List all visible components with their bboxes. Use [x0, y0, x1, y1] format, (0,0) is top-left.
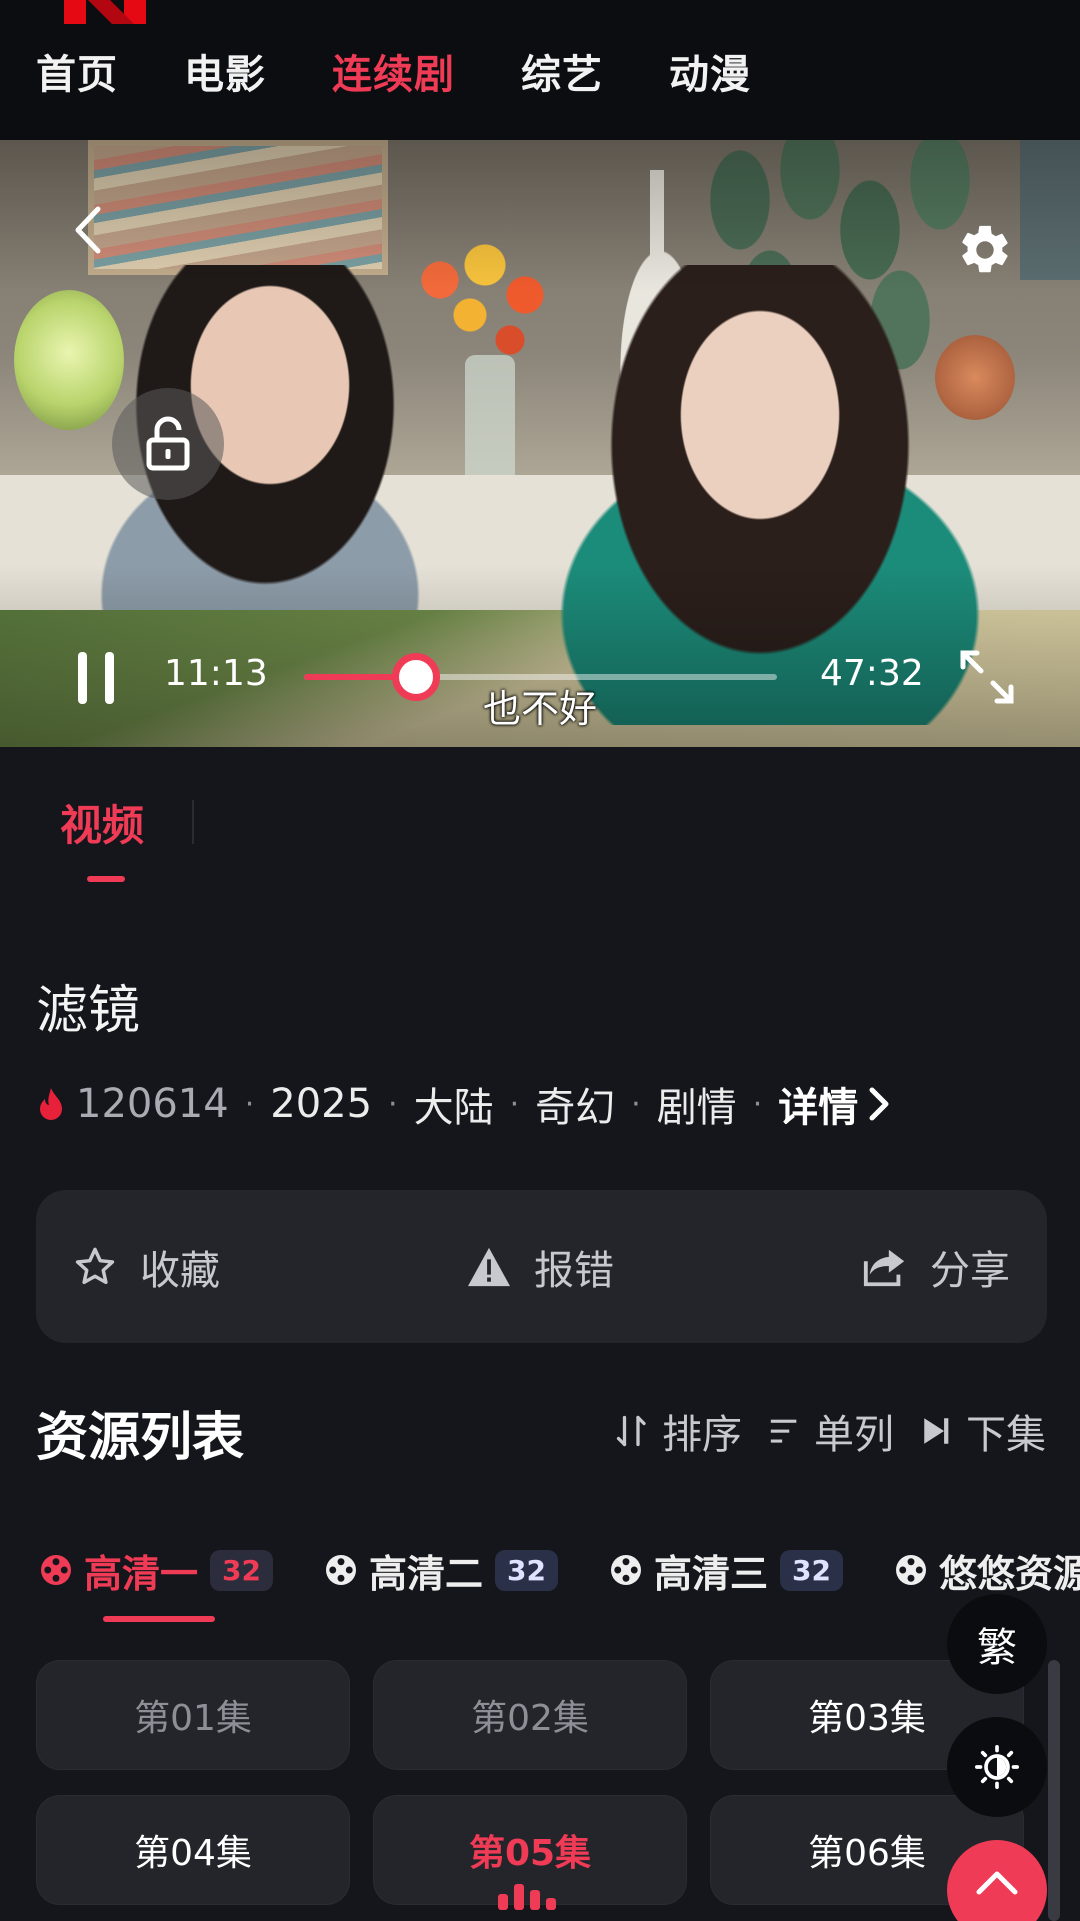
- nav-tab-home[interactable]: 首页: [36, 42, 118, 100]
- region: 大陆: [413, 1085, 494, 1131]
- sort-button[interactable]: 排序: [614, 1402, 742, 1460]
- meta-separator: ·: [631, 1086, 641, 1122]
- genre-fantasy: 奇幻: [535, 1085, 616, 1131]
- chevron-right-icon: [869, 1087, 889, 1121]
- back-button[interactable]: [62, 200, 112, 260]
- nav-tab-movies[interactable]: 电影: [184, 42, 266, 100]
- report-error-button[interactable]: 报错: [466, 1190, 614, 1343]
- episode-count-badge: 32: [495, 1549, 558, 1591]
- source-label: 高清一: [84, 1551, 199, 1596]
- meta-separator: ·: [752, 1086, 763, 1122]
- sort-icon: [614, 1413, 650, 1449]
- source-tab-hd2[interactable]: 高清二 32: [323, 1540, 558, 1600]
- episode-button-04[interactable]: 第04集: [36, 1795, 350, 1905]
- back-icon: [75, 206, 101, 254]
- lock-icon: [146, 416, 190, 471]
- share-label: 分享: [930, 1247, 1010, 1294]
- single-column-button[interactable]: 单列: [768, 1402, 894, 1460]
- next-episode-label: 下集: [966, 1412, 1046, 1458]
- nav-tab-anime[interactable]: 动漫: [669, 42, 751, 100]
- episode-count-badge: 32: [210, 1549, 273, 1591]
- release-year: 2025: [270, 1081, 373, 1127]
- film-reel-icon: [323, 1552, 359, 1588]
- player-settings-button[interactable]: [955, 220, 1015, 280]
- share-button[interactable]: 分享: [862, 1190, 1010, 1343]
- single-column-label: 单列: [814, 1412, 894, 1458]
- meta-separator: ·: [509, 1086, 520, 1122]
- brightness-button[interactable]: [947, 1717, 1047, 1817]
- tab-active-indicator: [87, 876, 125, 882]
- source-tab-youyou[interactable]: 悠悠资源: [893, 1540, 1080, 1600]
- settings-gear-icon: [962, 225, 1008, 273]
- view-count: 120614: [76, 1081, 229, 1127]
- details-label: 详情: [778, 1085, 859, 1131]
- source-label: 高清三: [653, 1551, 768, 1596]
- list-icon: [768, 1414, 802, 1448]
- top-navigation: 首页 电影 连续剧 综艺 动漫: [0, 0, 1080, 140]
- sort-label: 排序: [662, 1412, 742, 1458]
- share-icon: [862, 1245, 908, 1289]
- screen-lock-button[interactable]: [112, 388, 224, 500]
- favorite-label: 收藏: [140, 1247, 220, 1294]
- nav-tab-variety[interactable]: 综艺: [521, 42, 603, 100]
- nav-tab-series[interactable]: 连续剧: [332, 42, 455, 100]
- film-reel-icon: [608, 1552, 644, 1588]
- source-label: 高清二: [368, 1551, 483, 1596]
- hot-fire-icon: [40, 1088, 62, 1120]
- tab-divider: [192, 800, 194, 844]
- episode-button-01[interactable]: 第01集: [36, 1660, 350, 1770]
- skip-next-icon: [920, 1414, 954, 1448]
- star-icon: [72, 1244, 118, 1290]
- resource-tools: 排序 单列 下集: [588, 1402, 1046, 1460]
- warning-icon: [466, 1246, 512, 1288]
- favorite-button[interactable]: 收藏: [72, 1190, 220, 1343]
- source-tab-hd3[interactable]: 高清三 32: [608, 1540, 843, 1600]
- source-tabs: 高清一 32 高清二 32 高清三 32 悠悠资源: [38, 1540, 1080, 1600]
- meta-separator: ·: [388, 1086, 398, 1122]
- app-logo[interactable]: [64, 0, 154, 24]
- action-bar: 收藏 报错 分享: [36, 1190, 1047, 1343]
- details-link[interactable]: 详情: [778, 1075, 892, 1133]
- film-reel-icon: [893, 1552, 929, 1588]
- scrollbar[interactable]: [1048, 1660, 1060, 1921]
- nav-tabs: 首页 电影 连续剧 综艺 动漫: [36, 42, 817, 100]
- show-title: 滤镜: [36, 981, 141, 1041]
- genre-drama: 剧情: [656, 1085, 737, 1131]
- source-tab-hd1[interactable]: 高清一 32: [38, 1540, 273, 1600]
- source-active-indicator: [103, 1616, 215, 1622]
- resource-list-title: 资源列表: [36, 1408, 245, 1468]
- brightness-icon: [975, 1745, 1019, 1789]
- source-label: 悠悠资源: [938, 1551, 1080, 1596]
- next-episode-button[interactable]: 下集: [920, 1402, 1046, 1460]
- tab-video[interactable]: 视频: [60, 792, 144, 853]
- now-playing-indicator: [498, 1884, 562, 1910]
- scroll-top-icon: [976, 1871, 1018, 1895]
- meta-separator: ·: [244, 1086, 255, 1122]
- episode-count-badge: 32: [779, 1549, 843, 1591]
- video-subtitle: 也不好: [482, 687, 597, 731]
- show-meta: 120614 · 2025 · 大陆 · 奇幻 · 剧情 · 详情: [36, 1075, 892, 1133]
- video-player[interactable]: 11:13 47:32 也不好: [0, 140, 1080, 747]
- episode-button-02[interactable]: 第02集: [373, 1660, 687, 1770]
- film-reel-icon: [38, 1552, 74, 1588]
- traditional-chinese-toggle[interactable]: 繁: [947, 1594, 1047, 1694]
- report-error-label: 报错: [534, 1247, 614, 1294]
